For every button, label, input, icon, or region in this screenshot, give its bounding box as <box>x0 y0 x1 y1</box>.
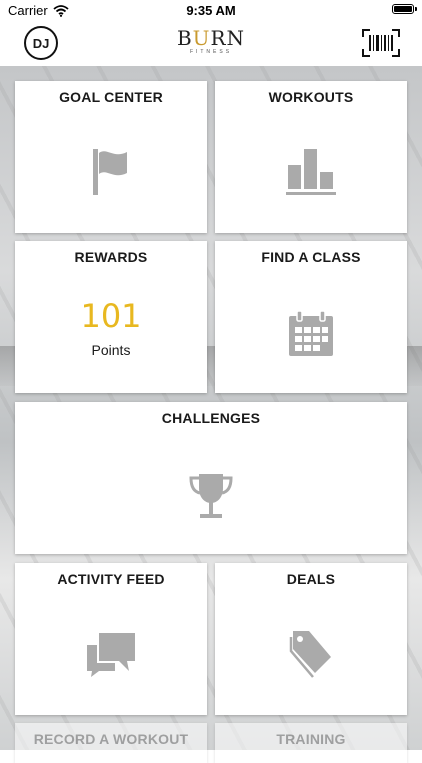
status-bar: Carrier 9:35 AM <box>0 0 422 22</box>
rewards-title: REWARDS <box>74 249 148 265</box>
workouts-title: WORKOUTS <box>268 89 354 105</box>
record-a-workout-tile[interactable]: RECORD A WORKOUT <box>15 723 207 763</box>
flag-icon <box>93 149 127 195</box>
activity-feed-title: ACTIVITY FEED <box>57 571 165 587</box>
trophy-icon <box>189 474 233 518</box>
deals-title: DEALS <box>286 571 336 587</box>
goal-center-tile[interactable]: GOAL CENTER <box>15 81 207 233</box>
points-value: 101 <box>80 297 142 335</box>
challenges-title: CHALLENGES <box>161 410 261 426</box>
challenges-tile[interactable]: CHALLENGES <box>15 402 407 554</box>
find-a-class-tile[interactable]: FIND A CLASS <box>215 241 407 393</box>
points-label: Points <box>91 342 131 358</box>
training-tile[interactable]: TRAINING <box>215 723 407 763</box>
workouts-tile[interactable]: WORKOUTS <box>215 81 407 233</box>
tag-icon <box>289 631 331 678</box>
barcode-scan-icon[interactable] <box>362 29 400 57</box>
header: DJ BURN FITNESS <box>0 22 422 66</box>
chat-bubbles-icon <box>87 633 135 677</box>
battery-icon <box>392 4 417 14</box>
bar-chart-icon <box>286 149 336 195</box>
calendar-icon <box>289 311 333 356</box>
logo-wordmark: BURN <box>176 26 246 50</box>
status-time: 9:35 AM <box>186 3 236 18</box>
deals-tile[interactable]: DEALS <box>215 563 407 715</box>
brand-logo: BURN FITNESS <box>0 28 422 55</box>
find-a-class-title: FIND A CLASS <box>261 249 361 265</box>
training-title: TRAINING <box>276 731 346 747</box>
rewards-tile[interactable]: REWARDS 101 Points <box>15 241 207 393</box>
record-a-workout-title: RECORD A WORKOUT <box>33 731 189 747</box>
activity-feed-tile[interactable]: ACTIVITY FEED <box>15 563 207 715</box>
logo-subtext: FITNESS <box>189 49 233 55</box>
goal-center-title: GOAL CENTER <box>59 89 163 105</box>
